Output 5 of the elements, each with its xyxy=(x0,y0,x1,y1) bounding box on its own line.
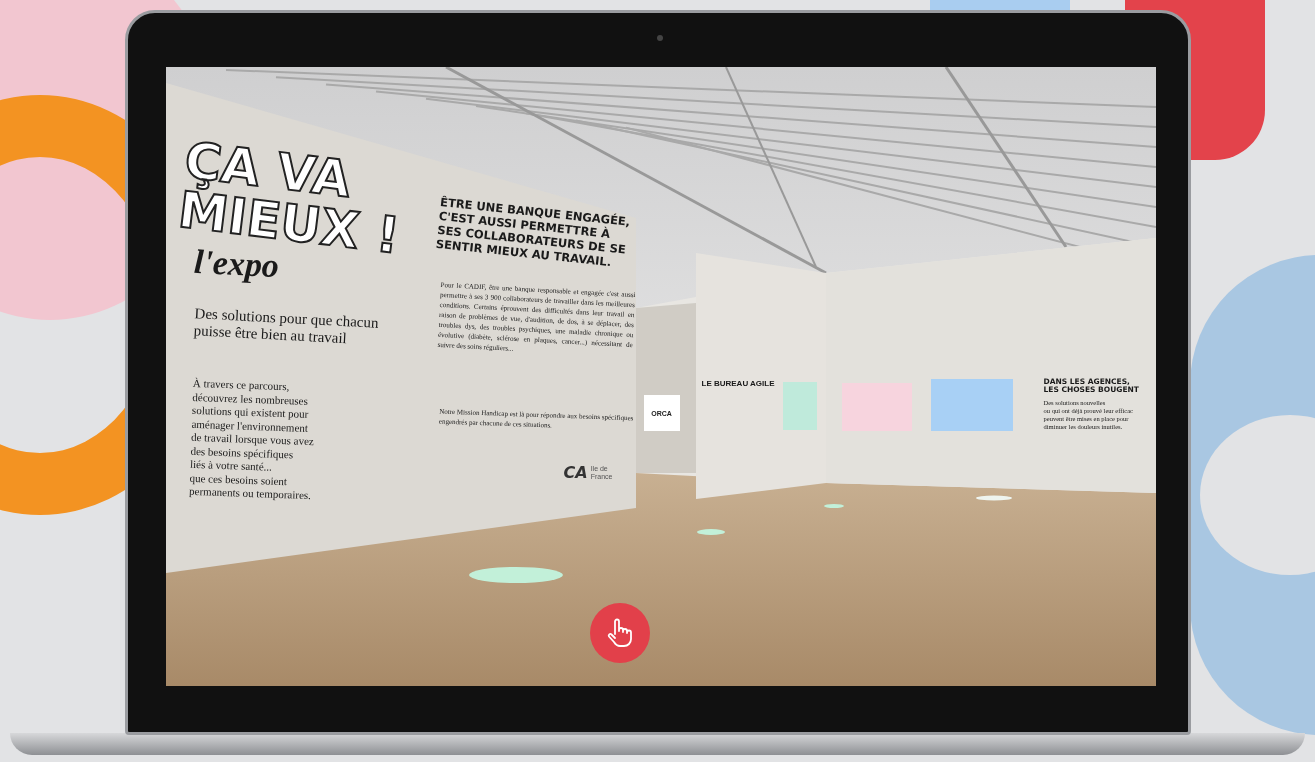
section-title: LE BUREAU AGILE xyxy=(701,379,775,388)
subtitle: Des solutions pour que chacun puisse être bien au travail xyxy=(192,305,379,349)
intro-text: À travers ce parcours, découvrez les nombreuses solutions qui existent pour aménager l'environnement de travail lorsque vous avez des besoins spécifiques liés à votre santé... que ces besoins soient permanents ou temporaires. xyxy=(188,376,315,503)
bank-logo-mark: CA xyxy=(563,463,588,482)
expo-label: l'expo xyxy=(192,242,280,286)
